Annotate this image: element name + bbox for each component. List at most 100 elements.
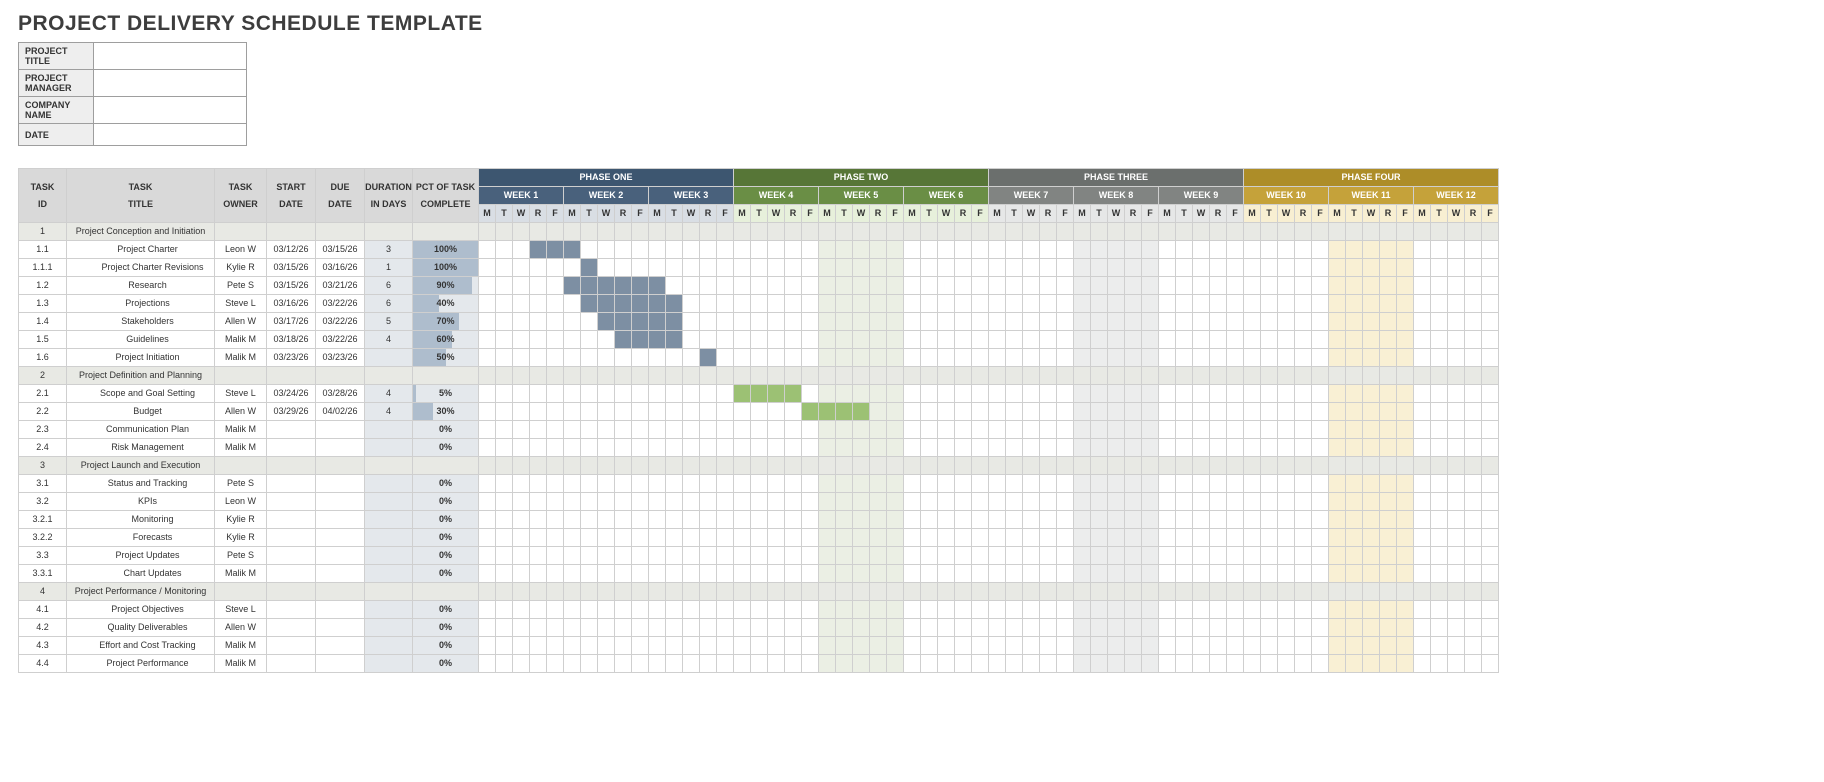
cell-task-title[interactable]: Stakeholders bbox=[67, 313, 215, 331]
gantt-cell[interactable] bbox=[1329, 241, 1346, 259]
cell-pct[interactable] bbox=[413, 367, 479, 385]
gantt-cell[interactable] bbox=[938, 277, 955, 295]
gantt-cell[interactable] bbox=[1176, 583, 1193, 601]
gantt-cell[interactable] bbox=[649, 475, 666, 493]
gantt-cell[interactable] bbox=[768, 493, 785, 511]
cell-duration[interactable] bbox=[365, 349, 413, 367]
cell-task-id[interactable]: 1.1.1 bbox=[19, 259, 67, 277]
cell-task-title[interactable]: Scope and Goal Setting bbox=[67, 385, 215, 403]
gantt-cell[interactable] bbox=[1057, 349, 1074, 367]
gantt-cell[interactable] bbox=[1363, 493, 1380, 511]
gantt-cell[interactable] bbox=[1023, 223, 1040, 241]
gantt-cell[interactable] bbox=[1465, 457, 1482, 475]
cell-task-id[interactable]: 4 bbox=[19, 583, 67, 601]
gantt-cell[interactable] bbox=[734, 331, 751, 349]
gantt-cell[interactable] bbox=[1244, 277, 1261, 295]
gantt-cell[interactable] bbox=[1363, 349, 1380, 367]
gantt-cell[interactable] bbox=[530, 619, 547, 637]
gantt-cell[interactable] bbox=[513, 295, 530, 313]
gantt-cell[interactable] bbox=[717, 601, 734, 619]
gantt-cell[interactable] bbox=[666, 655, 683, 673]
gantt-cell[interactable] bbox=[1159, 331, 1176, 349]
gantt-cell[interactable] bbox=[904, 619, 921, 637]
gantt-cell[interactable] bbox=[1210, 493, 1227, 511]
gantt-cell[interactable] bbox=[1363, 529, 1380, 547]
gantt-cell[interactable] bbox=[836, 457, 853, 475]
gantt-cell[interactable] bbox=[1346, 475, 1363, 493]
gantt-cell[interactable] bbox=[1227, 385, 1244, 403]
gantt-cell[interactable] bbox=[1125, 565, 1142, 583]
cell-pct[interactable]: 0% bbox=[413, 565, 479, 583]
gantt-cell[interactable] bbox=[1023, 241, 1040, 259]
gantt-cell[interactable] bbox=[802, 493, 819, 511]
cell-task-id[interactable]: 2.4 bbox=[19, 439, 67, 457]
gantt-cell[interactable] bbox=[1023, 439, 1040, 457]
gantt-cell[interactable] bbox=[1125, 511, 1142, 529]
gantt-cell[interactable] bbox=[955, 367, 972, 385]
gantt-cell[interactable] bbox=[496, 511, 513, 529]
gantt-cell[interactable] bbox=[785, 421, 802, 439]
gantt-cell[interactable] bbox=[1261, 259, 1278, 277]
gantt-cell[interactable] bbox=[1431, 313, 1448, 331]
gantt-cell[interactable] bbox=[717, 277, 734, 295]
gantt-cell[interactable] bbox=[1397, 457, 1414, 475]
cell-due-date[interactable] bbox=[316, 457, 365, 475]
gantt-cell[interactable] bbox=[632, 349, 649, 367]
gantt-cell[interactable] bbox=[1193, 259, 1210, 277]
gantt-cell[interactable] bbox=[1159, 655, 1176, 673]
gantt-cell[interactable] bbox=[1465, 511, 1482, 529]
gantt-cell[interactable] bbox=[1125, 223, 1142, 241]
gantt-cell[interactable] bbox=[734, 547, 751, 565]
gantt-cell[interactable] bbox=[547, 295, 564, 313]
gantt-cell[interactable] bbox=[1465, 583, 1482, 601]
gantt-cell[interactable] bbox=[1448, 475, 1465, 493]
gantt-cell[interactable] bbox=[819, 475, 836, 493]
gantt-cell[interactable] bbox=[1278, 637, 1295, 655]
gantt-cell[interactable] bbox=[1278, 601, 1295, 619]
cell-start-date[interactable] bbox=[267, 565, 316, 583]
gantt-cell[interactable] bbox=[870, 655, 887, 673]
gantt-cell[interactable] bbox=[1159, 457, 1176, 475]
gantt-cell[interactable] bbox=[1278, 475, 1295, 493]
gantt-cell[interactable] bbox=[1006, 619, 1023, 637]
gantt-cell[interactable] bbox=[1329, 655, 1346, 673]
gantt-cell[interactable] bbox=[1261, 475, 1278, 493]
gantt-cell[interactable] bbox=[1346, 547, 1363, 565]
gantt-cell[interactable] bbox=[904, 349, 921, 367]
gantt-cell[interactable] bbox=[1074, 619, 1091, 637]
gantt-cell[interactable] bbox=[1057, 259, 1074, 277]
cell-duration[interactable] bbox=[365, 547, 413, 565]
gantt-cell[interactable] bbox=[1227, 529, 1244, 547]
gantt-cell[interactable] bbox=[1057, 547, 1074, 565]
gantt-cell[interactable] bbox=[921, 295, 938, 313]
gantt-cell[interactable] bbox=[870, 475, 887, 493]
gantt-cell[interactable] bbox=[1295, 475, 1312, 493]
gantt-cell[interactable] bbox=[802, 367, 819, 385]
gantt-cell[interactable] bbox=[887, 637, 904, 655]
gantt-cell[interactable] bbox=[496, 619, 513, 637]
gantt-cell[interactable] bbox=[1040, 475, 1057, 493]
gantt-cell[interactable] bbox=[802, 313, 819, 331]
gantt-cell[interactable] bbox=[1465, 331, 1482, 349]
gantt-cell[interactable] bbox=[836, 223, 853, 241]
gantt-cell[interactable] bbox=[1431, 601, 1448, 619]
gantt-cell[interactable] bbox=[615, 277, 632, 295]
gantt-cell[interactable] bbox=[1142, 331, 1159, 349]
gantt-cell[interactable] bbox=[751, 565, 768, 583]
gantt-cell[interactable] bbox=[1329, 259, 1346, 277]
gantt-cell[interactable] bbox=[1159, 295, 1176, 313]
gantt-cell[interactable] bbox=[989, 493, 1006, 511]
gantt-cell[interactable] bbox=[649, 331, 666, 349]
cell-start-date[interactable] bbox=[267, 493, 316, 511]
gantt-cell[interactable] bbox=[1465, 385, 1482, 403]
cell-task-owner[interactable]: Allen W bbox=[215, 313, 267, 331]
gantt-cell[interactable] bbox=[819, 565, 836, 583]
cell-pct[interactable]: 0% bbox=[413, 475, 479, 493]
gantt-cell[interactable] bbox=[853, 331, 870, 349]
gantt-cell[interactable] bbox=[1414, 331, 1431, 349]
cell-task-title[interactable]: Project Updates bbox=[67, 547, 215, 565]
gantt-cell[interactable] bbox=[700, 547, 717, 565]
gantt-cell[interactable] bbox=[666, 403, 683, 421]
gantt-cell[interactable] bbox=[751, 223, 768, 241]
gantt-cell[interactable] bbox=[819, 619, 836, 637]
